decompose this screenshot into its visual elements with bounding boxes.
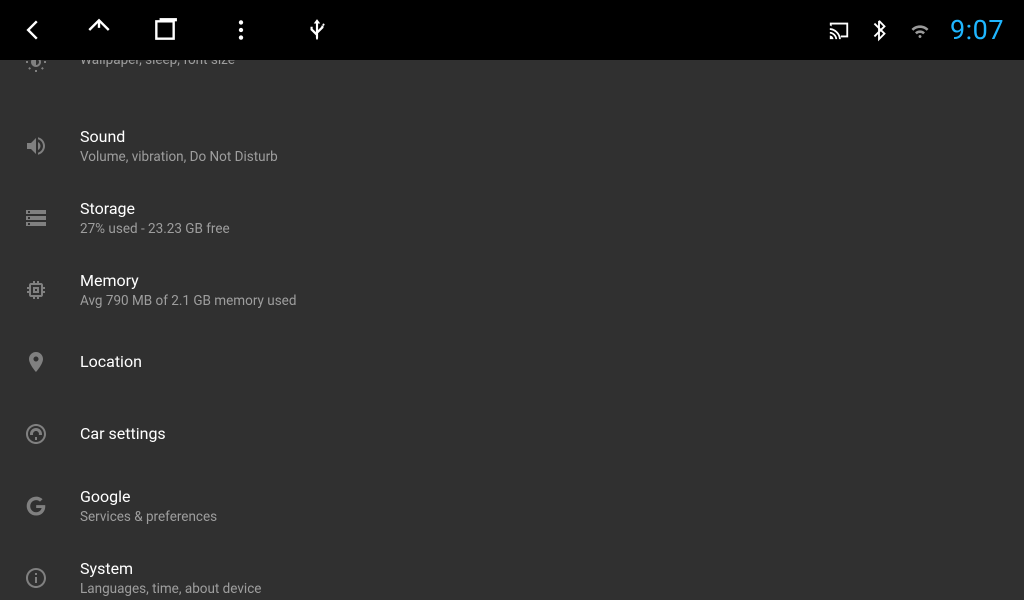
home-button[interactable] bbox=[86, 17, 112, 43]
settings-item-text: Wallpaper, sleep, font size bbox=[80, 60, 235, 68]
settings-item-title: System bbox=[80, 559, 261, 580]
settings-item-text: Location bbox=[80, 352, 142, 373]
cast-icon bbox=[828, 17, 850, 43]
info-icon bbox=[24, 566, 48, 590]
settings-item-subtitle: Wallpaper, sleep, font size bbox=[80, 60, 235, 68]
home-icon bbox=[86, 17, 112, 43]
usb-indicator[interactable] bbox=[304, 17, 330, 43]
car-icon bbox=[24, 422, 48, 446]
nav-buttons bbox=[20, 17, 330, 43]
clock: 9:07 bbox=[950, 14, 1004, 46]
settings-item-display[interactable]: Wallpaper, sleep, font size bbox=[0, 60, 1024, 110]
recents-button[interactable] bbox=[152, 17, 178, 43]
usb-icon bbox=[304, 17, 330, 43]
back-button[interactable] bbox=[20, 17, 46, 43]
memory-icon bbox=[24, 278, 48, 302]
settings-item-system[interactable]: System Languages, time, about device bbox=[0, 542, 1024, 600]
settings-item-text: Memory Avg 790 MB of 2.1 GB memory used bbox=[80, 271, 296, 310]
back-icon bbox=[20, 17, 46, 43]
settings-item-text: Sound Volume, vibration, Do Not Disturb bbox=[80, 127, 278, 166]
status-icons: 9:07 bbox=[828, 14, 1004, 46]
menu-button[interactable] bbox=[228, 17, 254, 43]
settings-item-google[interactable]: Google Services & preferences bbox=[0, 470, 1024, 542]
wifi-indicator[interactable] bbox=[908, 18, 932, 42]
settings-item-sound[interactable]: Sound Volume, vibration, Do Not Disturb bbox=[0, 110, 1024, 182]
sound-icon bbox=[24, 134, 48, 158]
bluetooth-icon bbox=[868, 17, 890, 43]
status-bar: 9:07 bbox=[0, 0, 1024, 60]
menu-dots-icon bbox=[228, 17, 254, 43]
location-icon bbox=[24, 350, 48, 374]
cast-indicator[interactable] bbox=[828, 19, 850, 41]
settings-item-subtitle: 27% used - 23.23 GB free bbox=[80, 221, 230, 237]
settings-item-memory[interactable]: Memory Avg 790 MB of 2.1 GB memory used bbox=[0, 254, 1024, 326]
settings-item-subtitle: Volume, vibration, Do Not Disturb bbox=[80, 149, 278, 165]
settings-item-title: Car settings bbox=[80, 424, 166, 445]
settings-item-text: Car settings bbox=[80, 424, 166, 445]
wifi-icon bbox=[908, 17, 932, 43]
settings-item-storage[interactable]: Storage 27% used - 23.23 GB free bbox=[0, 182, 1024, 254]
settings-item-title: Location bbox=[80, 352, 142, 373]
settings-item-title: Google bbox=[80, 487, 217, 508]
bluetooth-indicator[interactable] bbox=[868, 19, 890, 41]
recents-icon bbox=[152, 17, 178, 43]
settings-item-subtitle: Services & preferences bbox=[80, 509, 217, 525]
display-icon bbox=[24, 60, 48, 74]
settings-item-car[interactable]: Car settings bbox=[0, 398, 1024, 470]
settings-item-location[interactable]: Location bbox=[0, 326, 1024, 398]
storage-icon bbox=[24, 206, 48, 230]
settings-item-subtitle: Avg 790 MB of 2.1 GB memory used bbox=[80, 293, 296, 309]
settings-list[interactable]: Wallpaper, sleep, font size Sound Volume… bbox=[0, 60, 1024, 600]
settings-item-text: System Languages, time, about device bbox=[80, 559, 261, 598]
settings-item-title: Sound bbox=[80, 127, 278, 148]
settings-item-title: Memory bbox=[80, 271, 296, 292]
settings-item-subtitle: Languages, time, about device bbox=[80, 581, 261, 597]
settings-item-title: Storage bbox=[80, 199, 230, 220]
google-icon bbox=[24, 494, 48, 518]
settings-item-text: Google Services & preferences bbox=[80, 487, 217, 526]
settings-item-text: Storage 27% used - 23.23 GB free bbox=[80, 199, 230, 238]
